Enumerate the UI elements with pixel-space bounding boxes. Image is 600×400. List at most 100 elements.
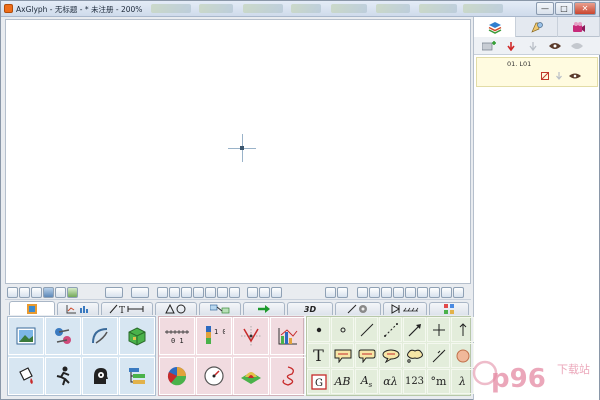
callout-rect-cell[interactable] (331, 343, 354, 368)
same-height-button[interactable] (393, 287, 404, 298)
settings-button[interactable] (55, 287, 66, 298)
undo-button[interactable] (131, 287, 149, 298)
callout-round-cell[interactable] (355, 343, 378, 368)
space-h-button[interactable] (405, 287, 416, 298)
tab-misc[interactable] (429, 302, 469, 315)
arrow-line-icon (408, 323, 421, 336)
group-button[interactable] (325, 287, 336, 298)
axis-plus-cell[interactable] (427, 317, 450, 342)
text-tool-cell[interactable]: T (307, 343, 330, 368)
layer-item[interactable]: 01. L01 (476, 57, 598, 87)
tab-charts[interactable] (57, 302, 99, 315)
framed-text-cell[interactable]: G (307, 369, 330, 394)
eye-hidden-icon (571, 42, 583, 49)
center-h-button[interactable] (429, 287, 440, 298)
stack-bar-cell[interactable]: 1 0 (196, 317, 232, 355)
spiral-cell[interactable] (270, 357, 306, 395)
tab-arrows[interactable] (243, 302, 285, 315)
dimension-cell[interactable] (427, 343, 450, 368)
layer-lock-icon[interactable] (541, 72, 549, 80)
line-cell[interactable] (355, 317, 378, 342)
space-v-button[interactable] (417, 287, 428, 298)
callout-cloud-cell[interactable] (403, 343, 426, 368)
surface-plot-cell[interactable] (233, 357, 269, 395)
point-circle-cell[interactable] (331, 317, 354, 342)
drawing-canvas[interactable] (5, 19, 471, 284)
pie-chart-cell[interactable] (159, 357, 195, 395)
app-logo-icon (4, 4, 13, 13)
tab-layers[interactable] (474, 17, 516, 37)
ungroup-button[interactable] (337, 287, 348, 298)
add-layer-button[interactable] (482, 40, 496, 52)
minimize-button[interactable]: — (536, 2, 554, 15)
tab-palette[interactable] (516, 17, 558, 37)
align-right-button[interactable] (181, 287, 192, 298)
grid-button[interactable] (105, 287, 123, 298)
insert-clipart-cell[interactable] (45, 317, 81, 355)
tab-connectors[interactable] (199, 302, 241, 315)
subscript-text-cell[interactable]: As (355, 369, 378, 394)
maximize-button[interactable]: □ (555, 2, 573, 15)
gauge-cell[interactable] (196, 357, 232, 395)
flip-h-button[interactable] (247, 287, 258, 298)
align-top-button[interactable] (193, 287, 204, 298)
arrow-line-cell[interactable] (403, 317, 426, 342)
number-text-cell[interactable]: 123 (403, 369, 426, 394)
callout-oval-cell[interactable] (379, 343, 402, 368)
tab-images[interactable] (9, 301, 55, 315)
insert-head-cell[interactable] (82, 357, 118, 395)
new-button[interactable] (7, 287, 18, 298)
tab-shapes[interactable] (155, 302, 197, 315)
tab-scene[interactable] (558, 17, 600, 37)
align-middle-button[interactable] (205, 287, 216, 298)
layer-tools (474, 37, 600, 55)
hide-layer-button[interactable] (570, 40, 584, 52)
order-front-button[interactable] (357, 287, 368, 298)
layer-eye-icon[interactable] (569, 72, 581, 80)
insert-figure-cell[interactable] (45, 357, 81, 395)
insert-curve-cell[interactable] (82, 317, 118, 355)
scissors-icon (55, 328, 71, 344)
insert-paint-cell[interactable] (8, 357, 44, 395)
same-width-button[interactable] (381, 287, 392, 298)
vertical-arrow-cell[interactable] (451, 317, 474, 342)
paint-bucket-icon (19, 367, 33, 384)
align-left-button[interactable] (157, 287, 168, 298)
app-window: AxGlyph - 无标题 - * 未注册 - 200% — □ ✕ 01. L… (0, 0, 600, 400)
vector-tool-cell[interactable] (233, 317, 269, 355)
point-dot-cell[interactable] (307, 317, 330, 342)
italic-text-cell[interactable]: AB (331, 369, 354, 394)
center-v-button[interactable] (441, 287, 452, 298)
move-down-button[interactable] (504, 40, 518, 52)
close-button[interactable]: ✕ (574, 2, 596, 15)
open-button[interactable] (19, 287, 30, 298)
help-button[interactable] (67, 287, 78, 298)
fit-button[interactable] (453, 287, 464, 298)
number-label: 123 (404, 376, 425, 387)
distribute-button[interactable] (229, 287, 240, 298)
bar-chart-cell[interactable] (270, 317, 306, 355)
greek-text-cell[interactable]: αλ (379, 369, 402, 394)
align-bottom-button[interactable] (217, 287, 228, 298)
title-bar[interactable]: AxGlyph - 无标题 - * 未注册 - 200% — □ ✕ (1, 1, 599, 17)
flip-v-button[interactable] (259, 287, 270, 298)
show-layer-button[interactable] (548, 40, 562, 52)
layer-down-icon[interactable] (555, 72, 563, 80)
tab-mechanics[interactable] (335, 302, 381, 315)
save-button[interactable] (43, 287, 54, 298)
move-layer-button[interactable] (526, 40, 540, 52)
print-button[interactable] (31, 287, 42, 298)
tab-lines[interactable]: T (101, 302, 153, 315)
order-back-button[interactable] (369, 287, 380, 298)
insert-3d-box-cell[interactable] (119, 317, 155, 355)
tab-circuits[interactable] (383, 302, 427, 315)
dashed-line-cell[interactable] (379, 317, 402, 342)
unit-text-cell[interactable]: °m (427, 369, 450, 394)
insert-image-cell[interactable] (8, 317, 44, 355)
insert-flowchart-cell[interactable] (119, 357, 155, 395)
align-center-button[interactable] (169, 287, 180, 298)
arrow-down-icon (507, 41, 515, 51)
tab-3d[interactable]: 3D (287, 302, 333, 315)
axis-tool-cell[interactable]: 0 1 (159, 317, 195, 355)
rotate-button[interactable] (271, 287, 282, 298)
